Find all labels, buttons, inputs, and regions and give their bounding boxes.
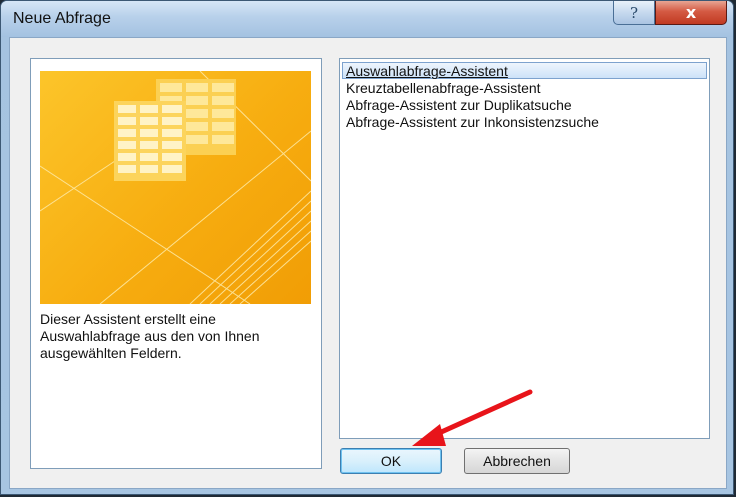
illustration-graphic <box>40 71 311 304</box>
close-button[interactable]: x <box>655 1 727 25</box>
list-item-auswahlabfrage[interactable]: Auswahlabfrage-Assistent <box>342 62 707 79</box>
wizard-list[interactable]: Auswahlabfrage-Assistent Kreuztabellenab… <box>339 58 710 439</box>
close-icon: x <box>685 3 697 22</box>
ok-button[interactable]: OK <box>340 448 442 474</box>
list-item-inkonsistenzsuche[interactable]: Abfrage-Assistent zur Inkonsistenzsuche <box>342 113 707 130</box>
window-title: Neue Abfrage <box>13 10 111 27</box>
help-icon: ? <box>629 3 639 22</box>
table-grid-illustration <box>40 71 311 304</box>
list-item-kreuztabellenabfrage[interactable]: Kreuztabellenabfrage-Assistent <box>342 79 707 96</box>
dialog-window: Neue Abfrage ? x Dieser Assistent erstel… <box>0 0 734 495</box>
wizard-description: Dieser Assistent erstellt eine Auswahlab… <box>40 311 260 361</box>
preview-panel: Dieser Assistent erstellt eine Auswahlab… <box>30 58 322 469</box>
list-item-duplikatsuche[interactable]: Abfrage-Assistent zur Duplikatsuche <box>342 96 707 113</box>
help-button[interactable]: ? <box>613 1 655 25</box>
title-bar[interactable]: Neue Abfrage ? x <box>1 1 733 37</box>
cancel-button[interactable]: Abbrechen <box>464 448 570 474</box>
front-table-icon <box>114 101 186 181</box>
dialog-client-area: Dieser Assistent erstellt eine Auswahlab… <box>9 37 727 489</box>
